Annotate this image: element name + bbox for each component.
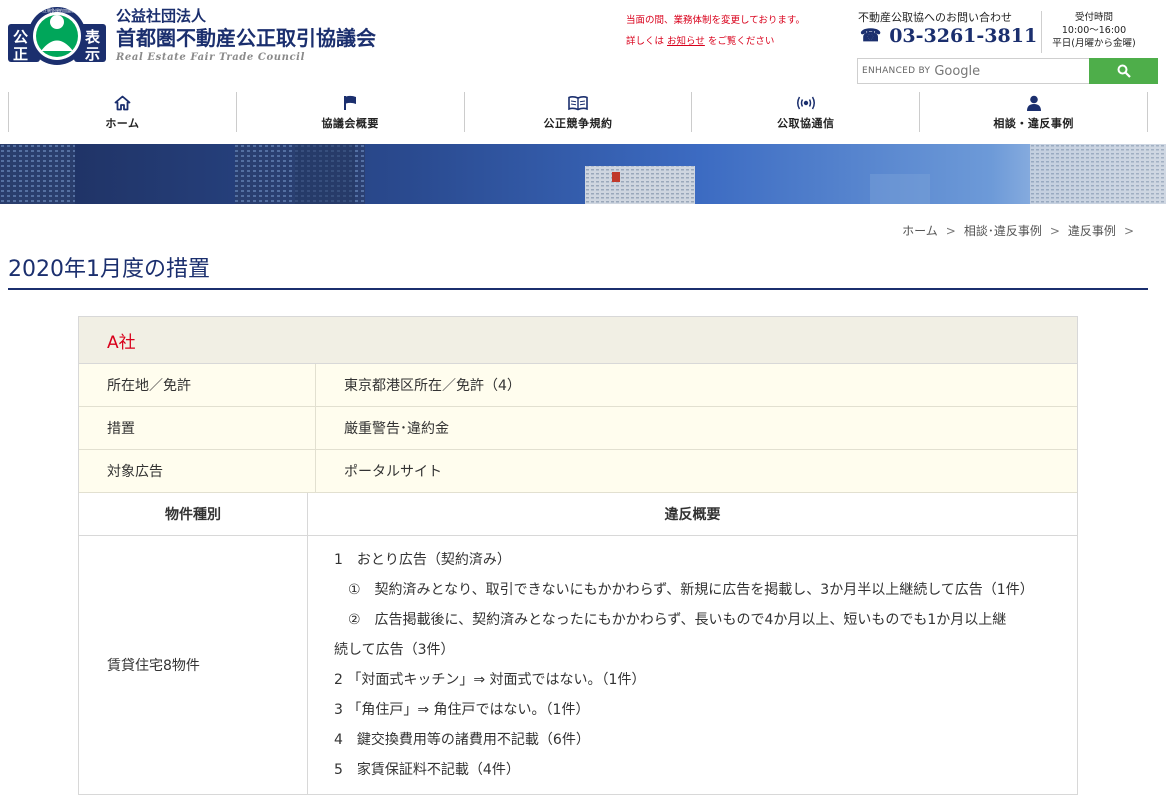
- contact-label: 不動産公取協へのお問い合わせ: [858, 11, 1012, 24]
- nav-item-home[interactable]: ホーム: [8, 92, 236, 132]
- phone-number: 03-3261-3811: [889, 25, 1038, 47]
- title-underline: [8, 288, 1148, 290]
- violation-case-table: A社 所在地／免許 東京都港区所在／免許（4） 措置 厳重警告･違約金 対象広告…: [78, 316, 1078, 795]
- breadcrumb-home[interactable]: ホーム: [902, 222, 938, 239]
- notice-prefix: 詳しくは: [626, 36, 665, 47]
- row-value-location: 東京都港区所在／免許（4）: [344, 378, 521, 394]
- nav-item-about[interactable]: 協議会概要: [235, 92, 464, 132]
- site-search: ENHANCED BY Google: [857, 58, 1158, 84]
- nav-label-consultation: 相談・違反事例: [993, 116, 1074, 130]
- nav-label-about: 協議会概要: [321, 116, 379, 130]
- notice-line-2: 詳しくは お知らせ をご覧ください: [626, 31, 805, 52]
- nav-item-consultation[interactable]: 相談・違反事例: [919, 92, 1148, 132]
- chevron-right-icon: >: [1049, 223, 1060, 238]
- flag-icon: [343, 94, 357, 112]
- logo-char-2: 正: [13, 45, 29, 63]
- hours-time: 10:00〜16:00: [1061, 25, 1127, 36]
- row-key-location: 所在地／免許: [79, 364, 316, 406]
- row-value-ad-medium: ポータルサイト: [344, 464, 442, 480]
- row-value-measure: 厳重警告･違約金: [344, 421, 449, 437]
- violation-line: ② 広告掲載後に、契約済みとなったにもかかわらず、長いもので4か月以上、短いもの…: [334, 612, 1007, 628]
- main-nav: ホーム 協議会概要 公正競争規約 公取協通信 相談・違反事例: [8, 92, 1148, 132]
- broadcast-icon: [795, 94, 817, 112]
- column-header-violation-summary: 違反概要: [664, 507, 721, 523]
- nav-label-rules: 公正競争規約: [543, 116, 613, 130]
- nav-item-newsletter[interactable]: 公取協通信: [691, 92, 919, 132]
- service-notice: 当面の間、業務体制を変更しております。 詳しくは お知らせ をご覧ください: [626, 10, 805, 52]
- org-name: 首都圏不動産公正取引協議会: [116, 26, 376, 50]
- violation-line: 3 「角住戸」⇒ 角住戸ではない。（1件）: [334, 702, 590, 718]
- search-google-brand: Google: [934, 63, 981, 79]
- violation-line: 1 おとり広告（契約済み）: [334, 552, 511, 568]
- search-input[interactable]: ENHANCED BY Google: [857, 58, 1089, 84]
- notice-line-1: 当面の間、業務体制を変更しております。: [626, 15, 805, 26]
- table-row: 措置 厳重警告･違約金: [79, 407, 1077, 450]
- column-header-property-type: 物件種別: [79, 493, 308, 535]
- org-name-block: 公益社団法人 首都圏不動産公正取引協議会 Real Estate Fair Tr…: [116, 7, 376, 64]
- contact-divider: [1041, 11, 1042, 53]
- breadcrumb-violations[interactable]: 違反事例: [1068, 222, 1116, 239]
- notice-link[interactable]: お知らせ: [667, 36, 705, 47]
- property-type-cell: 賃貸住宅8物件: [79, 536, 308, 794]
- row-key-measure: 措置: [79, 407, 316, 449]
- hours-title: 受付時間: [1074, 12, 1113, 23]
- home-icon: [114, 94, 131, 112]
- table-row: 所在地／免許 東京都港区所在／免許（4）: [79, 364, 1077, 407]
- contact-phone[interactable]: ☎ 03-3261-3811: [860, 25, 1037, 47]
- breadcrumb-consultation[interactable]: 相談･違反事例: [964, 222, 1042, 239]
- phone-icon: ☎: [860, 26, 882, 46]
- table-row: 対象広告 ポータルサイト: [79, 450, 1077, 493]
- book-icon: [568, 94, 588, 112]
- violation-line: 5 家賃保証料不記載（4件）: [334, 762, 520, 778]
- contact-info: 不動産公取協へのお問い合わせ ☎ 03-3261-3811 受付時間 10:00…: [858, 9, 1158, 54]
- page-title: 2020年1月度の措置: [8, 257, 210, 282]
- office-hours: 受付時間 10:00〜16:00 平日(月曜から金曜): [1044, 11, 1144, 50]
- notice-suffix: をご覧ください: [707, 36, 775, 47]
- violation-line: ① 契約済みとなり、取引できないにもかかわらず、新規に広告を掲載し、3か月半以上…: [334, 582, 1034, 598]
- violation-line: 2 「対面式キッチン」⇒ 対面式ではない。（1件）: [334, 672, 646, 688]
- table-header-row: 物件種別 違反概要: [79, 493, 1077, 536]
- header-banner-image: [0, 144, 1166, 204]
- site-logo[interactable]: 公 正 表 示 公正競争規約加盟店 公益社団法人 首都圏不動産公正取引協議会 R…: [8, 6, 376, 66]
- chevron-right-icon: >: [945, 223, 956, 238]
- nav-item-rules[interactable]: 公正競争規約: [463, 92, 692, 132]
- person-icon: [1026, 94, 1042, 112]
- logo-char-4: 示: [85, 45, 101, 63]
- row-key-ad-medium: 対象広告: [79, 450, 316, 492]
- case-company-name: A社: [79, 317, 1077, 364]
- nav-label-home: ホーム: [105, 116, 140, 130]
- breadcrumb: ホーム > 相談･違反事例 > 違反事例 >: [902, 222, 1142, 239]
- org-type: 公益社団法人: [116, 7, 207, 25]
- nav-label-newsletter: 公取協通信: [777, 116, 835, 130]
- org-name-english: Real Estate Fair Trade Council: [116, 52, 305, 63]
- search-icon: [1117, 64, 1131, 78]
- violation-summary-cell: 1 おとり広告（契約済み） ① 契約済みとなり、取引できないにもかかわらず、新規…: [308, 536, 1077, 794]
- search-enhanced-by: ENHANCED BY: [862, 66, 931, 76]
- search-button[interactable]: [1089, 58, 1158, 84]
- hours-days: 平日(月曜から金曜): [1052, 38, 1136, 49]
- site-header: 公 正 表 示 公正競争規約加盟店 公益社団法人 首都圏不動産公正取引協議会 R…: [0, 0, 1166, 90]
- chevron-right-icon: >: [1123, 223, 1134, 238]
- logo-ring-text: 公正競争規約加盟店: [39, 8, 75, 13]
- violation-line: 続して広告（3件）: [334, 642, 455, 658]
- fair-display-logo-mark: 公 正 表 示 公正競争規約加盟店: [8, 6, 108, 66]
- violation-line: 4 鍵交換費用等の諸費用不記載（6件）: [334, 732, 590, 748]
- table-row: 賃貸住宅8物件 1 おとり広告（契約済み） ① 契約済みとなり、取引できないにも…: [79, 536, 1077, 794]
